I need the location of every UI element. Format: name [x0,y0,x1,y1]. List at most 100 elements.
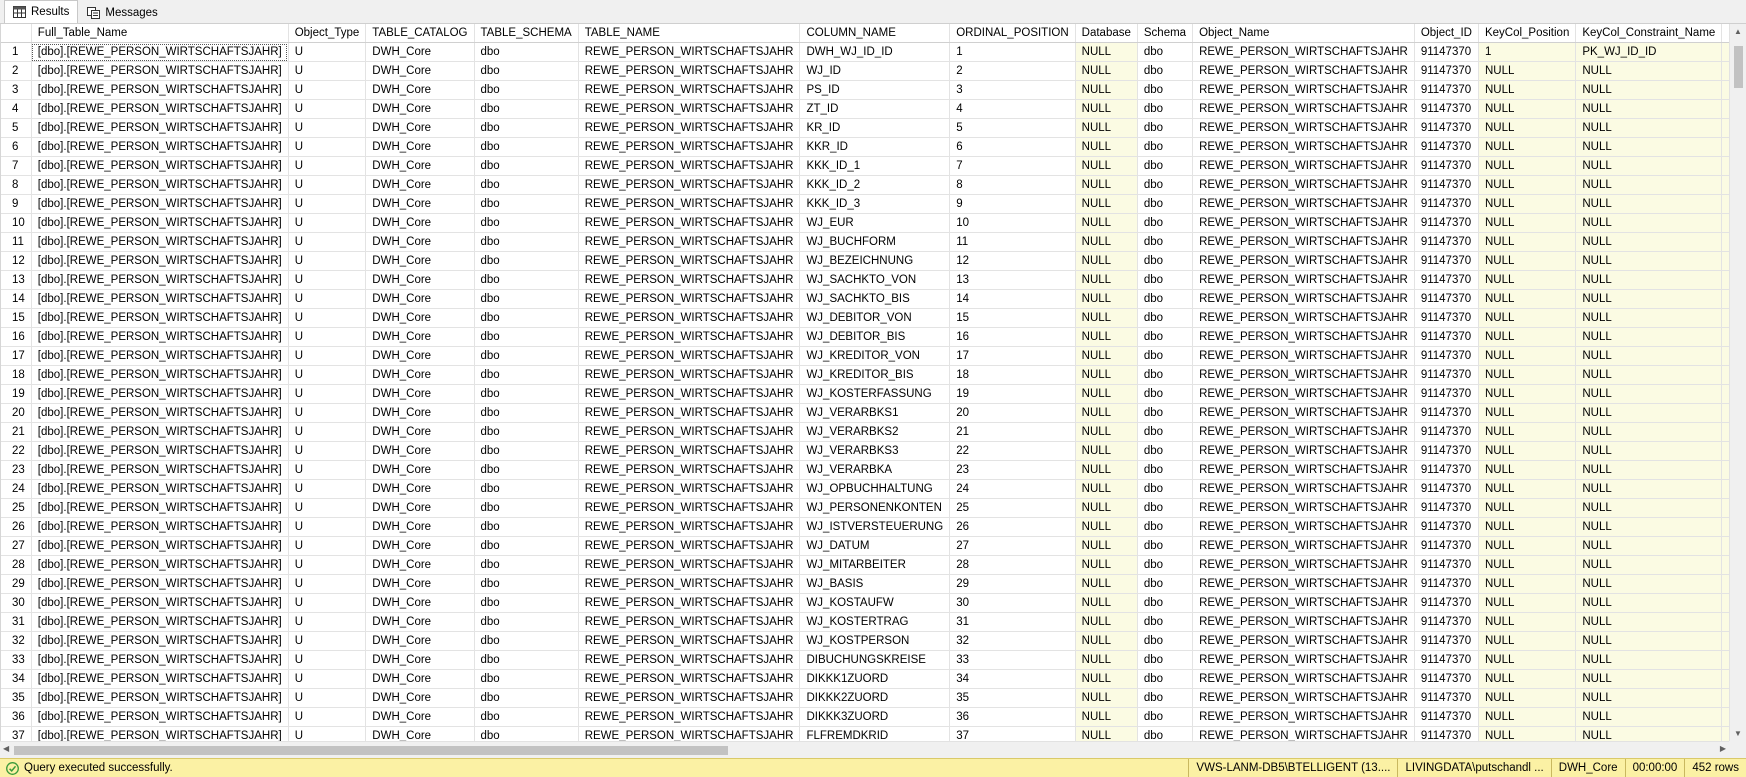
table-cell[interactable]: dbo [474,80,579,100]
table-cell[interactable]: NULL [1075,403,1138,423]
table-cell[interactable]: DWH_Core [365,441,475,461]
table-row[interactable]: 26 [dbo].[REWE_PERSON_WIRTSCHAFTSJAHR] U DW… [1,517,1746,537]
table-cell[interactable]: dbo [474,612,579,632]
table-cell[interactable]: NULL [1575,460,1723,480]
table-cell[interactable]: 91147370 [1414,517,1479,537]
table-cell[interactable]: NULL [1478,726,1577,741]
table-cell[interactable]: 36 [949,707,1076,727]
table-cell[interactable]: dbo [1137,118,1194,138]
table-cell[interactable]: WJ_KOSTERFASSUNG [799,384,951,404]
table-cell[interactable]: U [288,42,367,62]
table-cell[interactable]: NULL [1478,365,1577,385]
table-cell[interactable]: NULL [1478,517,1577,537]
table-cell[interactable]: REWE_PERSON_WIRTSCHAFTSJAHR [1192,422,1415,442]
table-cell[interactable]: REWE_PERSON_WIRTSCHAFTSJAHR [578,194,801,214]
table-cell[interactable]: U [288,308,367,328]
table-cell[interactable]: REWE_PERSON_WIRTSCHAFTSJAHR [578,99,801,119]
table-cell[interactable]: DWH_Core [365,156,475,176]
table-cell[interactable]: REWE_PERSON_WIRTSCHAFTSJAHR [1192,688,1415,708]
column-header[interactable]: TABLE_SCHEMA [474,24,579,43]
table-row[interactable]: 32 [dbo].[REWE_PERSON_WIRTSCHAFTSJAHR] U DW… [1,631,1746,651]
table-cell[interactable]: 11 [949,232,1076,252]
table-cell[interactable]: REWE_PERSON_WIRTSCHAFTSJAHR [578,593,801,613]
table-cell[interactable]: [dbo].[REWE_PERSON_WIRTSCHAFTSJAHR] [31,479,289,499]
table-cell[interactable]: REWE_PERSON_WIRTSCHAFTSJAHR [1192,42,1415,62]
table-cell[interactable]: [dbo].[REWE_PERSON_WIRTSCHAFTSJAHR] [31,422,289,442]
table-row[interactable]: 17 [dbo].[REWE_PERSON_WIRTSCHAFTSJAHR] U DW… [1,346,1746,366]
table-cell[interactable]: WJ_KREDITOR_BIS [799,365,951,385]
table-cell[interactable]: dbo [1137,213,1194,233]
table-cell[interactable]: 91147370 [1414,536,1479,556]
table-cell[interactable]: WJ_EUR [799,213,951,233]
table-cell[interactable]: NULL [1075,707,1138,727]
table-cell[interactable]: REWE_PERSON_WIRTSCHAFTSJAHR [1192,156,1415,176]
table-cell[interactable]: dbo [1137,61,1194,81]
table-row[interactable]: 1 [dbo].[REWE_PERSON_WIRTSCHAFTSJAHR] U DWH… [1,42,1746,62]
table-cell[interactable]: [dbo].[REWE_PERSON_WIRTSCHAFTSJAHR] [31,384,289,404]
row-number-cell[interactable]: 36 [1,707,32,727]
table-cell[interactable]: dbo [474,346,579,366]
table-cell[interactable]: DWH_Core [365,270,475,290]
table-cell[interactable]: REWE_PERSON_WIRTSCHAFTSJAHR [1192,403,1415,423]
table-cell[interactable]: dbo [474,289,579,309]
table-cell[interactable]: WJ_SACHKTO_BIS [799,289,951,309]
table-cell[interactable]: U [288,175,367,195]
table-cell[interactable]: DWH_Core [365,612,475,632]
table-cell[interactable]: WJ_ISTVERSTEUERUNG [799,517,951,537]
table-cell[interactable]: 91147370 [1414,289,1479,309]
table-row[interactable]: 24 [dbo].[REWE_PERSON_WIRTSCHAFTSJAHR] U DW… [1,479,1746,499]
table-cell[interactable]: dbo [474,213,579,233]
table-cell[interactable]: NULL [1075,498,1138,518]
table-cell[interactable]: NULL [1075,270,1138,290]
table-cell[interactable]: dbo [1137,517,1194,537]
table-cell[interactable]: 18 [949,365,1076,385]
table-cell[interactable]: dbo [474,574,579,594]
table-cell[interactable]: NULL [1478,213,1577,233]
table-cell[interactable]: U [288,498,367,518]
table-cell[interactable]: 15 [949,308,1076,328]
table-cell[interactable]: DWH_Core [365,118,475,138]
table-cell[interactable]: NULL [1478,61,1577,81]
table-row[interactable]: 33 [dbo].[REWE_PERSON_WIRTSCHAFTSJAHR] U DW… [1,650,1746,670]
table-cell[interactable]: DWH_Core [365,650,475,670]
table-cell[interactable]: [dbo].[REWE_PERSON_WIRTSCHAFTSJAHR] [31,593,289,613]
row-number-cell[interactable]: 12 [1,251,32,271]
table-cell[interactable]: NULL [1075,194,1138,214]
table-cell[interactable]: 16 [949,327,1076,347]
table-cell[interactable]: NULL [1575,441,1723,461]
table-cell[interactable]: NULL [1075,118,1138,138]
table-row[interactable]: 37 [dbo].[REWE_PERSON_WIRTSCHAFTSJAHR] U DW… [1,726,1746,741]
table-cell[interactable]: REWE_PERSON_WIRTSCHAFTSJAHR [578,308,801,328]
table-cell[interactable]: 25 [949,498,1076,518]
table-cell[interactable]: U [288,574,367,594]
table-cell[interactable]: DWH_Core [365,422,475,442]
column-header[interactable]: TABLE_CATALOG [365,24,475,43]
table-cell[interactable]: dbo [1137,194,1194,214]
table-row[interactable]: 9 [dbo].[REWE_PERSON_WIRTSCHAFTSJAHR] U DWH… [1,194,1746,214]
table-cell[interactable]: REWE_PERSON_WIRTSCHAFTSJAHR [578,251,801,271]
table-cell[interactable]: NULL [1575,175,1723,195]
table-cell[interactable]: [dbo].[REWE_PERSON_WIRTSCHAFTSJAHR] [31,156,289,176]
table-cell[interactable]: NULL [1478,403,1577,423]
table-cell[interactable]: [dbo].[REWE_PERSON_WIRTSCHAFTSJAHR] [31,270,289,290]
table-cell[interactable]: NULL [1478,175,1577,195]
table-cell[interactable]: dbo [1137,99,1194,119]
table-cell[interactable]: DWH_Core [365,498,475,518]
table-cell[interactable]: dbo [1137,156,1194,176]
table-cell[interactable]: REWE_PERSON_WIRTSCHAFTSJAHR [578,42,801,62]
table-cell[interactable]: U [288,536,367,556]
table-cell[interactable]: dbo [1137,441,1194,461]
row-number-cell[interactable]: 33 [1,650,32,670]
table-cell[interactable]: dbo [474,688,579,708]
table-cell[interactable]: 91147370 [1414,669,1479,689]
table-cell[interactable]: [dbo].[REWE_PERSON_WIRTSCHAFTSJAHR] [31,194,289,214]
table-cell[interactable]: DWH_Core [365,555,475,575]
table-cell[interactable]: REWE_PERSON_WIRTSCHAFTSJAHR [1192,669,1415,689]
table-cell[interactable]: REWE_PERSON_WIRTSCHAFTSJAHR [1192,80,1415,100]
table-cell[interactable]: NULL [1075,80,1138,100]
table-cell[interactable]: REWE_PERSON_WIRTSCHAFTSJAHR [578,137,801,157]
table-cell[interactable]: U [288,270,367,290]
table-cell[interactable]: dbo [1137,422,1194,442]
table-cell[interactable]: WJ_ID [799,61,951,81]
table-cell[interactable]: [dbo].[REWE_PERSON_WIRTSCHAFTSJAHR] [31,612,289,632]
